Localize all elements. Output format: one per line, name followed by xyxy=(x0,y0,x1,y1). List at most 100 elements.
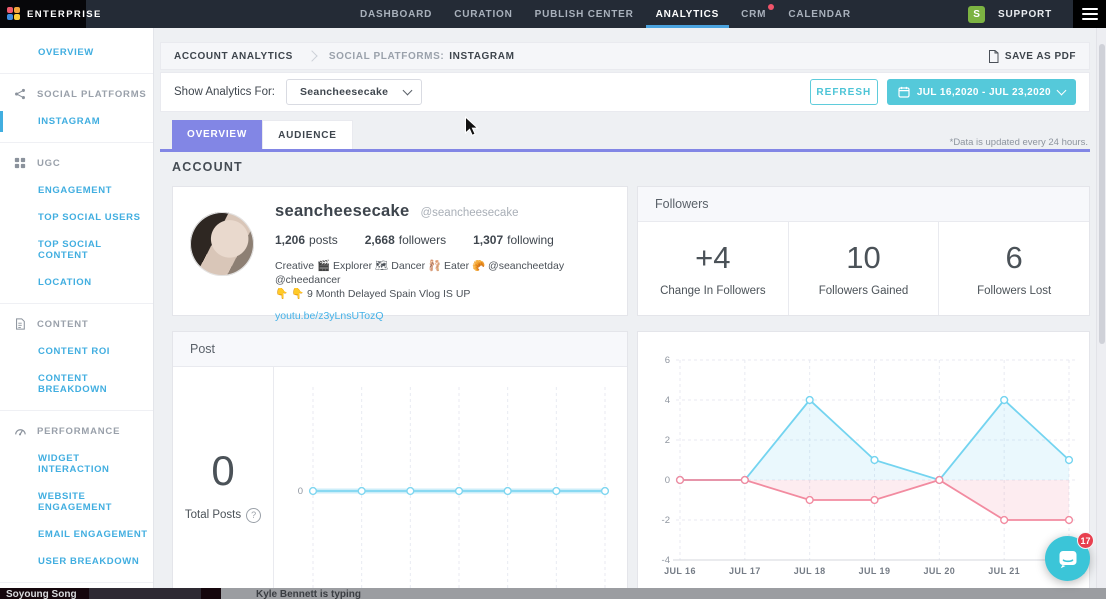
stat-followers: 2,668followers xyxy=(365,233,446,247)
nav-item-publish-center[interactable]: PUBLISH CENTER xyxy=(533,0,636,28)
followers-panel-title: Followers xyxy=(655,197,709,211)
profile-username: seancheesecake xyxy=(275,202,409,221)
svg-text:JUL 20: JUL 20 xyxy=(923,566,955,576)
sidebar-item-widget-interaction[interactable]: WIDGET INTERACTION xyxy=(0,445,153,483)
nav-item-calendar[interactable]: CALENDAR xyxy=(786,0,853,28)
meeting-overlay-bar: Soyoung Song Kyle Bennett is typing xyxy=(0,588,1106,599)
chat-launcher-button[interactable]: 17 xyxy=(1045,536,1090,581)
hamburger-menu-icon[interactable] xyxy=(1073,0,1106,28)
scrollbar-thumb[interactable] xyxy=(1099,44,1105,344)
nav-item-curation[interactable]: CURATION xyxy=(452,0,514,28)
followers-panel: Followers +4 Change In Followers 10 Foll… xyxy=(637,186,1090,316)
post-panel-header: Post xyxy=(173,332,627,367)
sidebar-item-location[interactable]: LOCATION xyxy=(0,269,153,296)
content-icon xyxy=(14,318,26,330)
topbar-right: S SUPPORT xyxy=(968,0,1106,28)
stat-followers-gained: 10 Followers Gained xyxy=(789,222,940,315)
chevron-down-icon xyxy=(403,86,413,96)
total-posts-chart: 0 xyxy=(274,367,627,599)
svg-text:-2: -2 xyxy=(662,515,670,526)
tab-overview[interactable]: OVERVIEW xyxy=(172,120,262,149)
followers-chart-panel: 6420-2-4JUL 16JUL 17JUL 18JUL 19JUL 20JU… xyxy=(637,331,1090,599)
data-update-note: *Data is updated every 24 hours. xyxy=(950,137,1088,148)
sidebar-item-engagement[interactable]: ENGAGEMENT xyxy=(0,177,153,204)
sidebar-item-overview[interactable]: OVERVIEW xyxy=(0,39,153,66)
sidebar-item-content-breakdown[interactable]: CONTENT BREAKDOWN xyxy=(0,365,153,403)
nav-item-analytics[interactable]: ANALYTICS xyxy=(654,0,722,28)
user-avatar-badge[interactable]: S xyxy=(968,6,985,23)
analytics-tabs: OVERVIEW AUDIENCE xyxy=(172,120,353,149)
calendar-icon xyxy=(898,86,910,98)
sidebar-item-instagram[interactable]: INSTAGRAM xyxy=(0,108,153,135)
sidebar-item-top-social-content[interactable]: TOP SOCIAL CONTENT xyxy=(0,231,153,269)
total-posts-value: 0 xyxy=(211,447,234,495)
profile-avatar xyxy=(190,212,254,276)
total-posts-stat: 0 Total Posts ? xyxy=(173,367,274,599)
svg-text:JUL 21: JUL 21 xyxy=(988,566,1020,576)
followers-change-chart: 6420-2-4JUL 16JUL 17JUL 18JUL 19JUL 20JU… xyxy=(638,332,1089,599)
stat-following: 1,307following xyxy=(473,233,554,247)
save-as-pdf-label: SAVE AS PDF xyxy=(1005,51,1076,62)
app-logo[interactable]: ENTERPRISE xyxy=(0,0,86,28)
breadcrumb: ACCOUNT ANALYTICS SOCIAL PLATFORMS: INST… xyxy=(160,42,1090,70)
breadcrumb-platform-label: SOCIAL PLATFORMS: xyxy=(329,51,444,62)
svg-text:JUL 17: JUL 17 xyxy=(729,566,761,576)
ugc-icon xyxy=(14,157,26,169)
chevron-down-icon xyxy=(1057,86,1067,96)
followers-panel-header: Followers xyxy=(638,187,1089,222)
chat-unread-badge: 17 xyxy=(1077,532,1094,549)
total-posts-label: Total Posts ? xyxy=(185,508,261,523)
show-analytics-label: Show Analytics For: xyxy=(174,86,275,98)
followers-chart-area: 6420-2-4JUL 16JUL 17JUL 18JUL 19JUL 20JU… xyxy=(638,332,1089,599)
sidebar-heading-ugc: UGC xyxy=(0,149,153,177)
tab-accent-bar xyxy=(160,149,1090,152)
profile-bio: Creative 🎬 Explorer 🗺 Dancer 🩰 Eater 🥐 @… xyxy=(275,259,610,301)
svg-text:JUL 19: JUL 19 xyxy=(859,566,891,576)
profile-link[interactable]: youtu.be/z3yLnsUTozQ xyxy=(275,310,610,322)
analytics-toolbar: Show Analytics For: Seancheesecake REFRE… xyxy=(160,72,1090,112)
account-select-dropdown[interactable]: Seancheesecake xyxy=(286,79,422,105)
participant-controls xyxy=(89,588,201,599)
svg-text:4: 4 xyxy=(665,395,670,406)
date-range-picker[interactable]: JUL 16,2020 - JUL 23,2020 xyxy=(887,79,1076,105)
followers-stats: +4 Change In Followers 10 Followers Gain… xyxy=(638,222,1089,315)
sidebar-heading-social-platforms: SOCIAL PLATFORMS xyxy=(0,80,153,108)
date-range-label: JUL 16,2020 - JUL 23,2020 xyxy=(917,87,1051,98)
svg-text:JUL 18: JUL 18 xyxy=(794,566,826,576)
svg-text:0: 0 xyxy=(298,486,303,497)
sidebar-heading-content: CONTENT xyxy=(0,310,153,338)
breadcrumb-account-analytics[interactable]: ACCOUNT ANALYTICS xyxy=(174,51,293,62)
sidebar-section-content: CONTENTCONTENT ROICONTENT BREAKDOWN xyxy=(0,304,153,411)
svg-text:0: 0 xyxy=(665,475,670,486)
nav-item-crm[interactable]: CRM xyxy=(739,0,768,28)
tab-audience[interactable]: AUDIENCE xyxy=(262,120,353,149)
account-select-value: Seancheesecake xyxy=(300,86,388,98)
breadcrumb-chevron-icon xyxy=(306,50,317,61)
pdf-file-icon xyxy=(988,50,999,63)
breadcrumb-platform-value: INSTAGRAM xyxy=(449,51,514,62)
svg-text:6: 6 xyxy=(665,355,670,366)
profile-stats: 1,206posts 2,668followers 1,307following xyxy=(275,233,610,247)
sidebar-item-content-roi[interactable]: CONTENT ROI xyxy=(0,338,153,365)
stat-followers-lost: 6 Followers Lost xyxy=(939,222,1089,315)
support-link[interactable]: SUPPORT xyxy=(998,9,1052,20)
help-icon[interactable]: ? xyxy=(246,508,261,523)
profile-info: seancheesecake @seancheesecake 1,206post… xyxy=(254,200,610,322)
nav-item-dashboard[interactable]: DASHBOARD xyxy=(358,0,434,28)
total-posts-chart-area: 0 xyxy=(274,367,627,599)
sidebar-item-user-breakdown[interactable]: USER BREAKDOWN xyxy=(0,548,153,575)
svg-text:JUL 16: JUL 16 xyxy=(664,566,696,576)
account-section-title: ACCOUNT xyxy=(172,160,243,174)
save-as-pdf-button[interactable]: SAVE AS PDF xyxy=(988,50,1076,63)
sidebar-item-top-social-users[interactable]: TOP SOCIAL USERS xyxy=(0,204,153,231)
sidebar-item-email-engagement[interactable]: EMAIL ENGAGEMENT xyxy=(0,521,153,548)
post-panel: Post 0 Total Posts ? 0 xyxy=(172,331,628,599)
page-scrollbar xyxy=(1096,28,1106,599)
sidebar: OVERVIEW SOCIAL PLATFORMSINSTAGRAM UGCENGA… xyxy=(0,28,154,599)
sidebar-item-website-engagement[interactable]: WEBSITE ENGAGEMENT xyxy=(0,483,153,521)
refresh-button[interactable]: REFRESH xyxy=(810,79,878,105)
typing-indicator: Kyle Bennett is typing xyxy=(221,588,1106,599)
svg-text:-4: -4 xyxy=(662,555,670,566)
performance-icon xyxy=(14,425,26,437)
post-panel-title: Post xyxy=(190,342,215,356)
